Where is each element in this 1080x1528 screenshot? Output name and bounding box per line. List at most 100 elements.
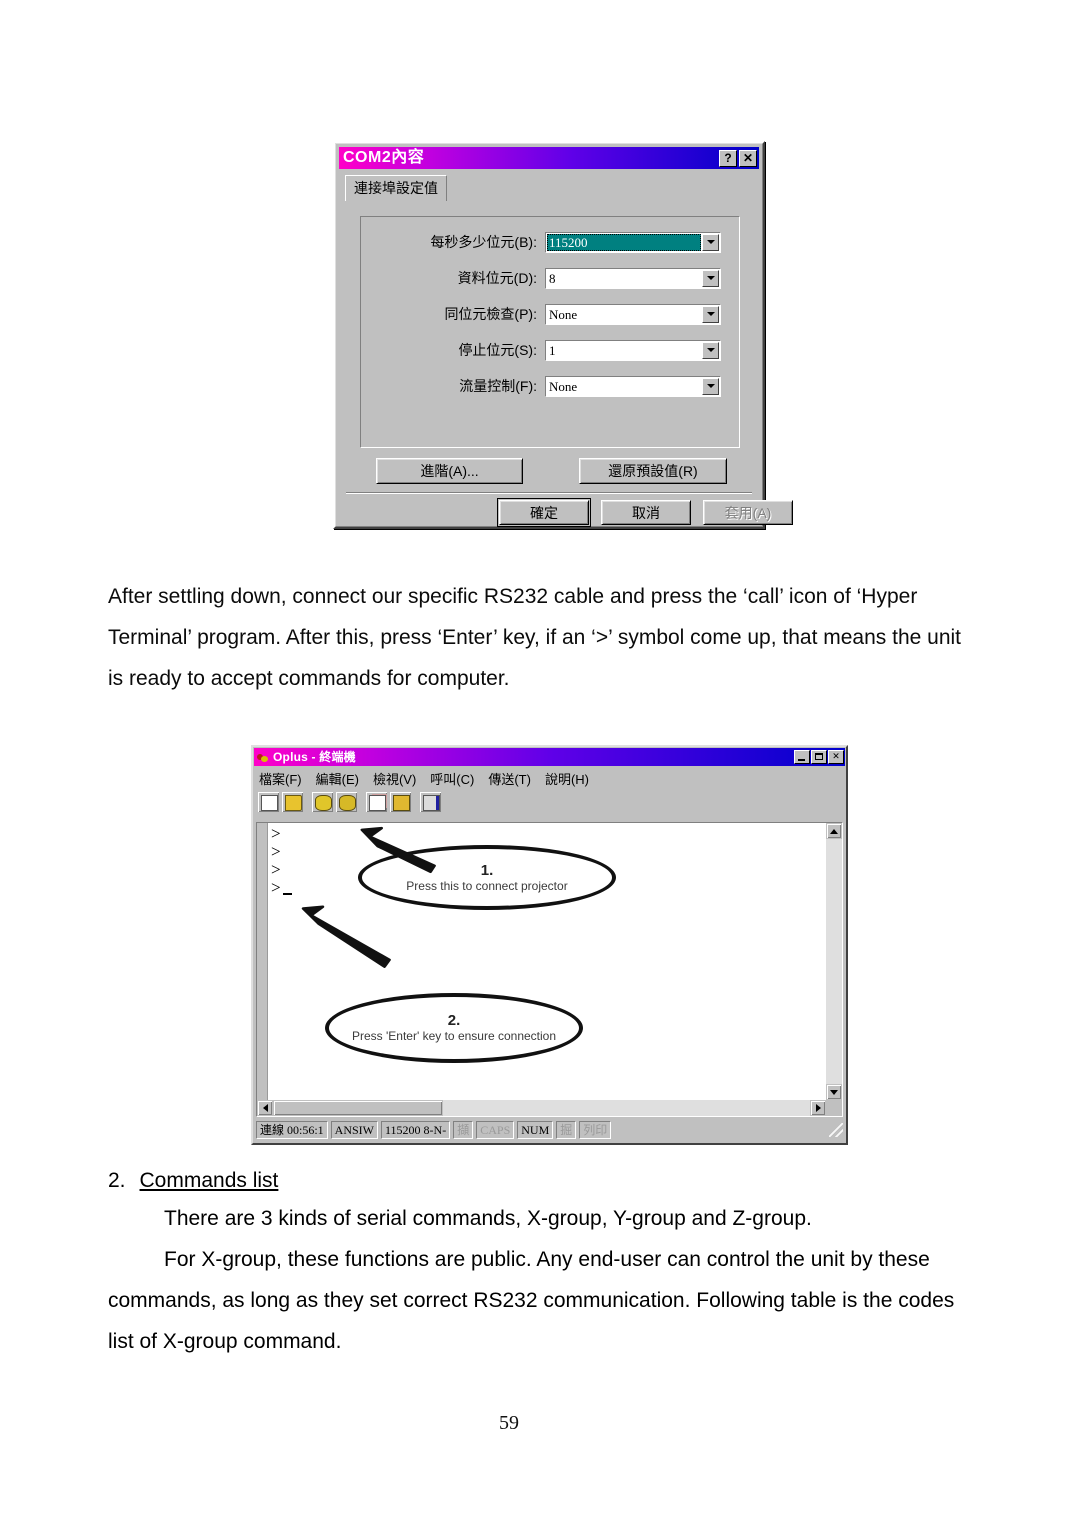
dialog-inner-frame: COM2內容 ? ✕ 連接埠設定值 每秒多少位元(B): 115200 資料位元… — [335, 143, 793, 527]
chevron-down-icon[interactable] — [702, 377, 719, 395]
chevron-down-icon[interactable] — [702, 269, 719, 287]
annotation-2-text: Press 'Enter' key to ensure connection — [351, 1029, 557, 1043]
annotation-1-text: Press this to connect projector — [406, 878, 568, 893]
hyperterminal-icon — [256, 750, 270, 764]
hyperterminal-window: Oplus - 終端機 ✕ 檔案(F) 編輯(E) 檢視(V) 呼叫(C) 傳送… — [251, 745, 848, 1145]
paragraph-intro-line-3: is ready to accept commands for computer… — [108, 667, 510, 690]
terminal-menu-bar: 檔案(F) 編輯(E) 檢視(V) 呼叫(C) 傳送(T) 說明(H) — [253, 767, 846, 790]
chevron-down-icon[interactable] — [702, 305, 719, 323]
menu-item-view[interactable]: 檢視(V) — [371, 769, 428, 788]
menu-item-call[interactable]: 呼叫(C) — [428, 769, 486, 788]
open-file-icon[interactable] — [281, 791, 304, 813]
section-heading-row: 2. Commands list — [108, 1164, 1006, 1198]
minimize-icon[interactable] — [794, 750, 810, 764]
label-flow-control: 流量控制(F): — [459, 378, 537, 394]
advanced-button[interactable]: 進階(A)... — [376, 458, 523, 484]
new-connection-icon[interactable] — [257, 791, 280, 813]
section-line-4: list of X-group command. — [108, 1330, 342, 1353]
status-capture: 擷 — [453, 1121, 474, 1139]
cancel-button[interactable]: 取消 — [601, 500, 691, 525]
label-parity: 同位元檢查(P): — [444, 306, 537, 322]
section-body: There are 3 kinds of serial commands, X-… — [108, 1198, 1006, 1362]
terminal-left-gutter — [257, 823, 268, 1100]
chevron-down-icon[interactable] — [702, 341, 719, 359]
field-data-bits: 資料位元(D): 8 — [361, 267, 721, 289]
scroll-down-icon[interactable] — [826, 1084, 842, 1100]
status-emulation: ANSIW — [330, 1121, 378, 1139]
call-icon[interactable] — [311, 791, 334, 813]
combo-parity[interactable]: None — [545, 303, 721, 325]
annotation-2-number: 2. — [447, 1012, 461, 1029]
combo-stop-bits-value: 1 — [549, 342, 556, 358]
paste-icon[interactable] — [389, 791, 412, 813]
paragraph-intro: After settling down, connect our specifi… — [108, 576, 1006, 699]
dialog-separator — [346, 492, 752, 494]
field-parity: 同位元檢查(P): None — [361, 303, 721, 325]
combo-stop-bits[interactable]: 1 — [545, 339, 721, 361]
annotation-callout-1: 1. Press this to connect projector — [358, 845, 616, 910]
scrollbar-corner — [826, 1100, 842, 1116]
field-bits-per-second: 每秒多少位元(B): 115200 — [361, 231, 721, 253]
section-line-1: There are 3 kinds of serial commands, X-… — [164, 1207, 812, 1230]
label-data-bits: 資料位元(D): — [457, 270, 537, 286]
chevron-down-icon[interactable] — [702, 233, 719, 251]
prompt-line: > — [271, 824, 281, 843]
terminal-client-area: > > > > 1. Press this to connect project… — [256, 822, 843, 1117]
dialog-title-bar[interactable]: COM2內容 ? ✕ — [339, 147, 759, 169]
prompt-line: > — [271, 860, 281, 879]
menu-item-edit[interactable]: 編輯(E) — [314, 769, 371, 788]
scroll-left-icon[interactable] — [257, 1100, 273, 1116]
disconnect-icon[interactable] — [335, 791, 358, 813]
ok-button[interactable]: 確定 — [497, 498, 591, 527]
vertical-scrollbar[interactable] — [826, 823, 842, 1100]
menu-item-transfer[interactable]: 傳送(T) — [486, 769, 543, 788]
horizontal-scroll-thumb[interactable] — [273, 1100, 443, 1116]
terminal-prompt-lines: > > > > — [271, 825, 292, 897]
copy-icon[interactable] — [365, 791, 388, 813]
menu-item-file[interactable]: 檔案(F) — [257, 769, 314, 788]
restore-defaults-button[interactable]: 還原預設值(R) — [579, 458, 727, 484]
label-bits-per-second: 每秒多少位元(B): — [430, 234, 537, 250]
help-button[interactable]: ? — [719, 149, 737, 167]
paragraph-intro-line-2: Terminal’ program. After this, press ‘En… — [108, 626, 962, 649]
status-caps: CAPS — [476, 1121, 515, 1139]
terminal-title: Oplus - 終端機 — [273, 750, 356, 764]
section-number: 2. — [108, 1169, 126, 1192]
combo-bits-per-second[interactable]: 115200 — [545, 231, 721, 253]
terminal-toolbar — [253, 790, 846, 815]
apply-button: 套用(A) — [703, 500, 793, 525]
combo-flow-control[interactable]: None — [545, 375, 721, 397]
section-line-3: commands, as long as they set correct RS… — [108, 1289, 955, 1312]
maximize-icon[interactable] — [811, 750, 827, 764]
scroll-up-icon[interactable] — [826, 823, 842, 839]
combo-data-bits-value: 8 — [549, 270, 556, 286]
combo-parity-value: None — [549, 306, 578, 322]
close-icon[interactable]: ✕ — [828, 750, 844, 764]
terminal-screen[interactable]: > > > > 1. Press this to connect project… — [268, 823, 826, 1100]
scroll-right-icon[interactable] — [810, 1100, 826, 1116]
combo-flow-control-value: None — [549, 378, 578, 394]
properties-icon[interactable] — [419, 791, 442, 813]
dialog-title: COM2內容 — [343, 149, 425, 166]
prompt-line: > — [271, 842, 281, 861]
status-filler — [614, 1121, 826, 1139]
prompt-line-active: > — [271, 879, 292, 897]
section-heading: Commands list — [139, 1169, 279, 1192]
annotation-1-number: 1. — [480, 861, 494, 879]
horizontal-scrollbar[interactable] — [257, 1100, 826, 1116]
resize-grip-icon[interactable] — [829, 1123, 843, 1137]
terminal-title-bar[interactable]: Oplus - 終端機 ✕ — [254, 748, 845, 766]
annotation-callout-2: 2. Press 'Enter' key to ensure connectio… — [325, 993, 583, 1063]
status-scroll: 掘 — [556, 1121, 577, 1139]
com2-properties-dialog: COM2內容 ? ✕ 連接埠設定值 每秒多少位元(B): 115200 資料位元… — [333, 141, 793, 529]
close-icon[interactable]: ✕ — [739, 149, 757, 167]
menu-item-help[interactable]: 說明(H) — [543, 769, 601, 788]
status-num: NUM — [517, 1121, 554, 1139]
status-print: 列印 — [579, 1121, 612, 1139]
commands-list-section: 2. Commands list There are 3 kinds of se… — [108, 1164, 1006, 1362]
tab-port-settings[interactable]: 連接埠設定值 — [345, 175, 447, 201]
combo-bits-per-second-value: 115200 — [547, 233, 701, 251]
page-number: 59 — [499, 1412, 519, 1434]
combo-data-bits[interactable]: 8 — [545, 267, 721, 289]
text-cursor — [282, 893, 292, 895]
